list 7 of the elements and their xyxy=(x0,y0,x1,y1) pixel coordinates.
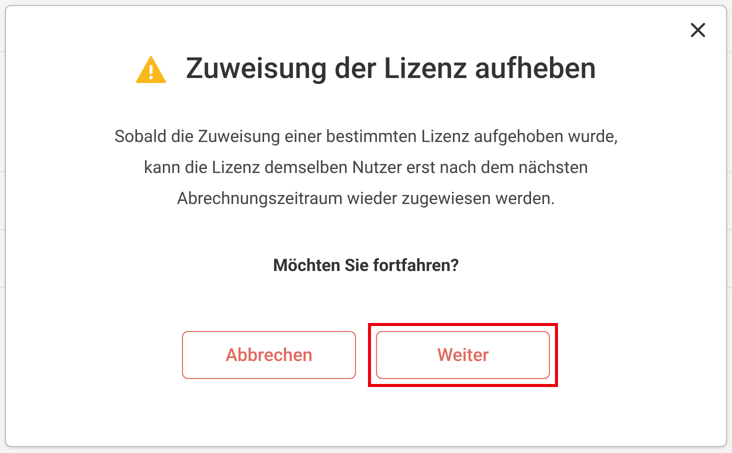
dialog-button[interactable]: Weiter xyxy=(376,331,550,379)
dialog-title: Zuweisung der Lizenz aufheben xyxy=(186,51,596,88)
dialog-button[interactable]: Abbrechen xyxy=(182,331,356,379)
close-icon xyxy=(690,22,706,38)
warning-icon xyxy=(136,56,166,84)
question-text: Möchten Sie fortfahren? xyxy=(273,254,459,278)
dialog-message: Sobald die Zuweisung einer bestimmten Lizenz aufgehoben wurde, kann die Lizenz demselben Nutzer erst nach dem nächsten Abrechnungszeitraum wieder zugewiesen werden. xyxy=(113,126,619,210)
